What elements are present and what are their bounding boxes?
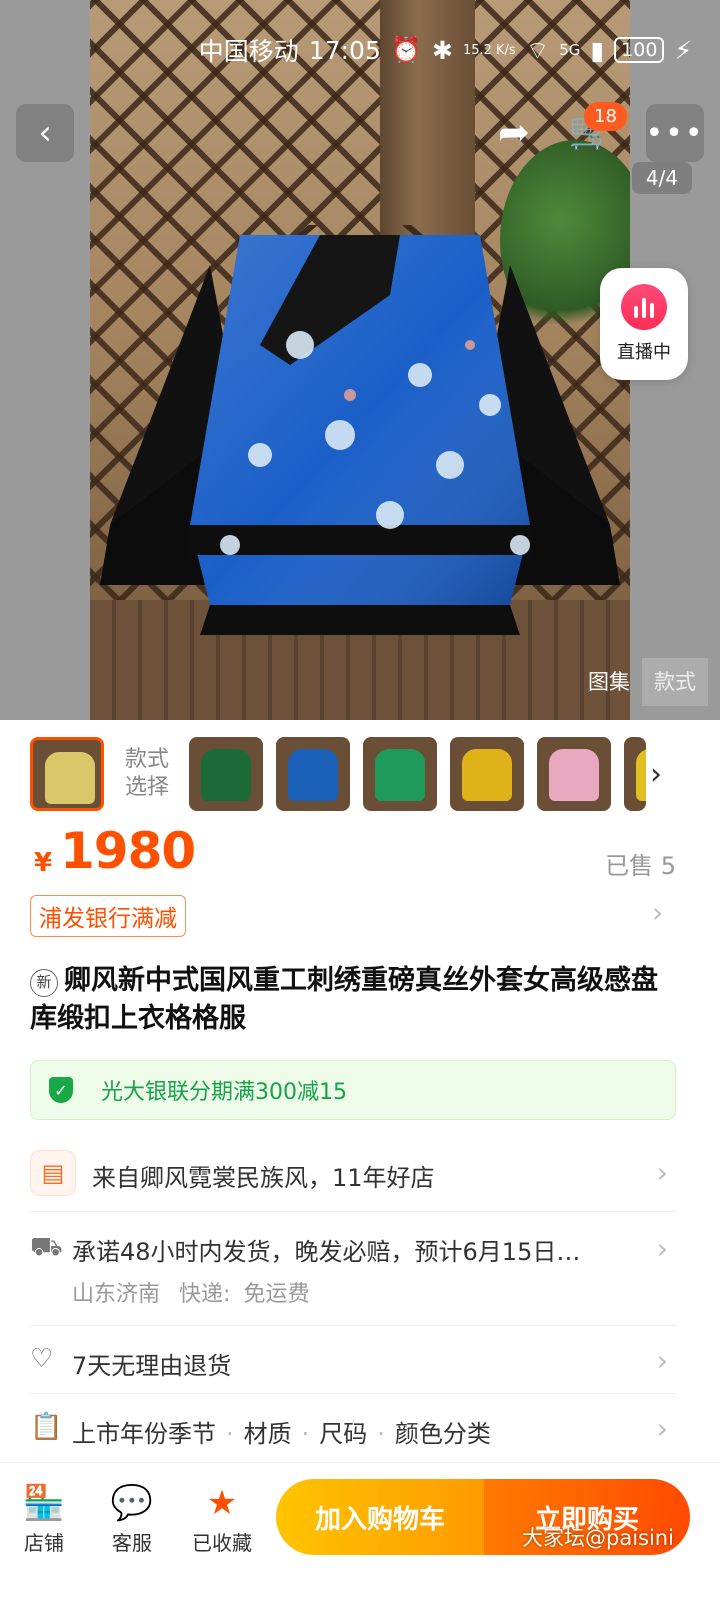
share-icon[interactable]: ➦ [498, 110, 530, 154]
style-thumbnail-strip: 款式选择 [30, 734, 720, 814]
watermark: 大家坛@paisini [522, 1526, 674, 1550]
image-page-indicator: 4/4 [632, 162, 692, 194]
favorite-tab-label: 已收藏 [192, 1531, 252, 1555]
product-photo [90, 0, 630, 720]
store-icon: ▤ [30, 1150, 76, 1196]
chevron-right-icon: › [656, 1344, 668, 1377]
style-select-label[interactable]: 款式选择 [117, 746, 177, 802]
tab-style[interactable]: 款式 [642, 658, 708, 706]
product-image-carousel[interactable]: 中国移动 17:05 ⏰ ✱ 15.2 K/s ⌔ 5G ▮ 100 ⚡ ‹ ➦… [0, 0, 720, 720]
product-title: 卿风新中式国风重工刺绣重磅真丝外套女高级感盘库缎扣上衣格格服 [30, 965, 658, 1034]
shield-check-icon: ✓ [49, 1077, 73, 1103]
chat-bubble-icon: 💬 [110, 1483, 154, 1523]
shipping-origin: 山东济南 [72, 1282, 161, 1307]
style-thumbnail[interactable] [189, 737, 263, 811]
cart-count-badge: 18 [584, 102, 627, 131]
star-icon: ★ [206, 1483, 238, 1523]
new-badge: 新 [30, 969, 58, 997]
product-specs-row[interactable]: 📋 上市年份季节 · 材质 · 尺码 · 颜色分类 › [30, 1394, 676, 1462]
shipping-fee: 免运费 [243, 1282, 310, 1307]
truck-icon: ⛟ [30, 1232, 63, 1262]
product-title-block: 新卿风新中式国风重工刺绣重磅真丝外套女高级感盘库缎扣上衣格格服 [30, 962, 680, 1038]
add-to-cart-button[interactable]: 加入购物车 [276, 1479, 484, 1555]
chevron-right-icon: › [656, 1232, 668, 1265]
spec-item: 上市年份季节 [72, 1420, 216, 1448]
chevron-right-icon[interactable]: › [650, 757, 662, 792]
shipping-promise-text: 承诺48小时内发货，晚发必赔，预计6月15日… [72, 1238, 581, 1266]
embroidered-jacket-image [100, 225, 620, 635]
style-thumbnail[interactable] [450, 737, 524, 811]
style-thumbnail[interactable] [363, 737, 437, 811]
chevron-right-icon: › [656, 1156, 668, 1189]
shop-tab[interactable]: 🏪 店铺 [4, 1483, 84, 1556]
chevron-right-icon: › [656, 1412, 668, 1445]
clipboard-check-icon: 📋 [30, 1412, 63, 1442]
signal-icon: ▮ [590, 35, 605, 65]
network-type: 5G [559, 41, 581, 59]
carrier-label: 中国移动 [198, 37, 299, 66]
shipping-details: 山东济南 快递: 免运费 [72, 1276, 309, 1308]
service-tab-label: 客服 [112, 1531, 152, 1555]
customer-service-tab[interactable]: 💬 客服 [92, 1483, 172, 1556]
heart-icon: ♡ [30, 1344, 54, 1374]
clock: 17:05 [308, 35, 381, 65]
sold-count: 已售 5 [605, 852, 676, 880]
alarm-icon: ⏰ [390, 35, 422, 64]
more-options-button[interactable]: ••• [645, 104, 704, 162]
live-bars-icon [621, 284, 667, 330]
return-policy-row[interactable]: ♡ 7天无理由退货 › [30, 1326, 676, 1394]
back-button[interactable]: ‹ [16, 104, 74, 162]
chevron-right-icon[interactable]: › [652, 896, 663, 929]
style-thumbnail[interactable] [276, 737, 350, 811]
shop-info-row[interactable]: ▤ 来自卿风霓裳民族风，11年好店 › [30, 1140, 676, 1212]
wifi-icon: ⌔ [525, 35, 550, 65]
style-thumbnail[interactable] [30, 737, 104, 811]
shipping-method: 快递: [179, 1282, 231, 1307]
shipping-info-row[interactable]: ⛟ 承诺48小时内发货，晚发必赔，预计6月15日… 山东济南 快递: 免运费 › [30, 1212, 676, 1326]
return-policy-text: 7天无理由退货 [72, 1352, 232, 1380]
net-speed: 15.2 K/s [462, 42, 516, 58]
spec-list: 上市年份季节 · 材质 · 尺码 · 颜色分类 [72, 1420, 491, 1448]
price-row: ¥ 1980 已售 5 [30, 822, 690, 886]
store-icon: 🏪 [22, 1483, 66, 1523]
live-stream-button[interactable]: 直播中 [600, 268, 688, 380]
charging-icon: ⚡ [674, 35, 692, 65]
spec-item: 材质 [243, 1420, 292, 1448]
status-bar: 中国移动 17:05 ⏰ ✱ 15.2 K/s ⌔ 5G ▮ 100 ⚡ [0, 0, 720, 100]
bank-promo-tag[interactable]: 浦发银行满减 [30, 895, 186, 937]
battery-indicator: 100 [614, 37, 665, 63]
spec-item: 尺码 [319, 1420, 368, 1448]
spec-item: 颜色分类 [394, 1420, 491, 1448]
price-amount: 1980 [60, 822, 196, 880]
installment-promo[interactable]: ✓ 光大银联分期满300减15 [30, 1060, 676, 1120]
installment-text: 光大银联分期满300减15 [101, 1080, 347, 1105]
bluetooth-icon: ✱ [432, 35, 453, 65]
shop-info-text: 来自卿风霓裳民族风，11年好店 [92, 1164, 435, 1192]
style-thumbnail[interactable] [537, 737, 611, 811]
tab-gallery[interactable]: 图集 [576, 658, 642, 706]
gallery-tabs: 图集 款式 [576, 658, 708, 706]
shop-tab-label: 店铺 [24, 1531, 64, 1555]
style-thumbnail[interactable] [624, 737, 646, 811]
favorite-tab[interactable]: ★ 已收藏 [182, 1483, 262, 1556]
live-label: 直播中 [617, 342, 671, 363]
currency-symbol: ¥ [34, 848, 53, 878]
